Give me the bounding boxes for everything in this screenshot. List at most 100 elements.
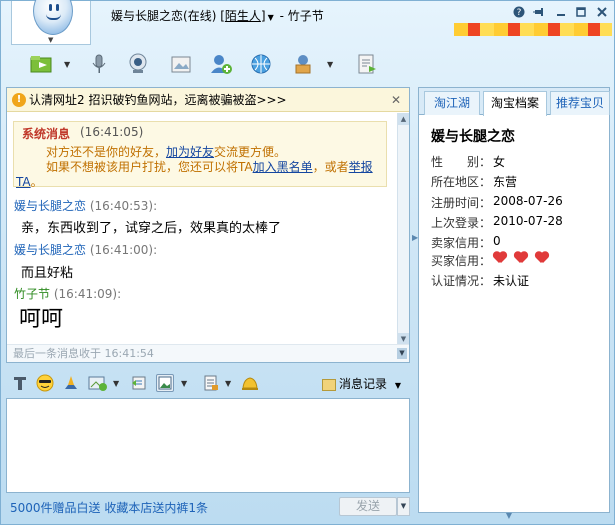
- chat-window: ▼ 媛与长腿之恋(在线) [陌生人] ▼ - 竹子节 ? ▼ ▼ ! 认清网址2…: [0, 0, 615, 525]
- shop-promo-link[interactable]: 5000件赠品白送 收藏本店送内裤1条: [10, 499, 208, 516]
- message-sender[interactable]: 媛与长腿之恋: [14, 243, 86, 257]
- info-tabs: 淘江湖 淘宝档案 推荐宝贝: [419, 88, 610, 116]
- relation-link[interactable]: 陌生人: [225, 9, 261, 23]
- info-value: 0: [493, 234, 501, 248]
- warning-text[interactable]: 认清网址2 招识破钓鱼网站，远离被骗被盗>>>: [29, 93, 287, 107]
- report-link-ta[interactable]: TA: [16, 175, 31, 189]
- scroll-bottom-icon[interactable]: ▼: [397, 348, 407, 359]
- avatar-dropdown-icon[interactable]: ▼: [48, 36, 53, 44]
- scroll-up-icon[interactable]: ▲: [398, 113, 409, 125]
- heart-icon: [493, 252, 507, 264]
- voice-icon[interactable]: [87, 52, 111, 76]
- tools-icon[interactable]: [291, 52, 315, 76]
- minimize-icon[interactable]: [553, 6, 569, 20]
- title-separator: -: [279, 9, 284, 23]
- web-icon[interactable]: [249, 52, 273, 76]
- magic-icon[interactable]: [62, 374, 80, 392]
- warning-close-icon[interactable]: ✕: [391, 88, 401, 112]
- chat-panel: ! 认清网址2 招识破钓鱼网站，远离被骗被盗>>> ✕ 系统消息 (16:41:…: [6, 87, 410, 363]
- avatar-frame[interactable]: ▼: [11, 0, 91, 45]
- info-value: 东营: [493, 175, 518, 189]
- contact-name[interactable]: 媛与长腿之恋: [111, 9, 183, 23]
- history-dropdown-icon[interactable]: ▼: [395, 381, 401, 390]
- system-message-box: 系统消息 (16:41:05) 对方还不是你的好友，加为好友交流更方便。 如果不…: [13, 121, 387, 190]
- pin-icon[interactable]: [531, 6, 547, 20]
- info-label: 所在地区：: [431, 175, 492, 189]
- send-file-dropdown-icon[interactable]: ▼: [64, 60, 70, 69]
- info-label: 注册时间：: [431, 196, 492, 210]
- info-label: 买家信用：: [431, 254, 492, 268]
- memo-icon[interactable]: [202, 374, 220, 392]
- shake-icon[interactable]: [130, 374, 148, 392]
- blacklist-link[interactable]: 加入黑名单: [253, 160, 313, 174]
- close-icon[interactable]: [594, 6, 610, 20]
- system-message-line: TA。: [16, 173, 43, 190]
- message-header: 竹子节 (16:41:09):: [14, 285, 121, 302]
- history-label[interactable]: 消息记录: [339, 377, 387, 391]
- message-input[interactable]: [6, 398, 410, 493]
- send-file-icon[interactable]: [29, 52, 53, 76]
- send-options-dropdown-icon[interactable]: ▼: [397, 497, 410, 516]
- emoticon-icon[interactable]: [36, 374, 54, 392]
- system-message-line: 如果不想被该用户打扰，您还可以将TA加入黑名单，或者举报: [46, 158, 373, 175]
- message-text: 亲，东西收到了，试穿之后，效果真的太棒了: [21, 221, 282, 236]
- send-button[interactable]: 发送: [339, 497, 397, 516]
- font-icon[interactable]: [11, 374, 29, 392]
- bell-icon[interactable]: [240, 374, 258, 392]
- warning-icon: !: [12, 93, 26, 107]
- seller-name: 媛与长腿之恋: [431, 129, 515, 145]
- notes-icon[interactable]: [355, 52, 379, 76]
- info-value: 女: [493, 155, 506, 169]
- add-friend-link[interactable]: 加为好友: [166, 145, 214, 159]
- svg-text:?: ?: [517, 8, 522, 18]
- collapse-panel-icon[interactable]: ▶: [412, 233, 418, 247]
- message-time: (16:41:00):: [89, 243, 158, 257]
- memo-dropdown-icon[interactable]: ▼: [225, 379, 231, 388]
- screenshot-dropdown-icon[interactable]: ▼: [113, 379, 119, 388]
- webcam-icon[interactable]: [126, 52, 150, 76]
- message-header: 媛与长腿之恋 (16:41:00):: [14, 241, 157, 258]
- maximize-icon[interactable]: [573, 6, 589, 20]
- window-title: 媛与长腿之恋(在线) [陌生人] ▼ - 竹子节: [111, 9, 324, 23]
- photo-icon[interactable]: [169, 52, 193, 76]
- system-text: 对方还不是你的好友，: [46, 145, 167, 159]
- avatar-eye-icon: [56, 4, 59, 11]
- help-icon[interactable]: ?: [511, 6, 527, 20]
- tab-recommended[interactable]: 推荐宝贝: [550, 91, 610, 115]
- message-sender[interactable]: 媛与长腿之恋: [14, 199, 86, 213]
- info-value: 2008-07-26: [493, 194, 563, 208]
- avatar-smile-icon: [46, 14, 61, 20]
- history-icon: [322, 378, 336, 391]
- system-message-title: 系统消息: [22, 127, 71, 141]
- info-value: 2010-07-28: [493, 214, 563, 228]
- screenshot-icon[interactable]: [88, 374, 107, 392]
- message-sender[interactable]: 竹子节: [14, 287, 50, 301]
- message-text: 而且好粘: [21, 266, 74, 281]
- history-button[interactable]: 消息记录 ▼: [322, 375, 401, 392]
- system-text: 交流更方便。: [214, 145, 287, 159]
- image-dropdown-icon[interactable]: ▼: [181, 379, 187, 388]
- message-text: 呵呵: [19, 307, 64, 332]
- promo-banner[interactable]: [454, 23, 612, 36]
- heart-icon: [535, 252, 549, 264]
- heart-icon: [514, 252, 528, 264]
- add-friend-icon[interactable]: [209, 52, 233, 76]
- relation-dropdown-icon[interactable]: ▼: [268, 13, 274, 22]
- last-message-text: 最后一条消息收于 16:41:54: [13, 347, 154, 360]
- avatar[interactable]: [33, 0, 73, 35]
- message-header: 媛与长腿之恋 (16:40:53):: [14, 197, 157, 214]
- tab-taobao-profile[interactable]: 淘宝档案: [483, 91, 547, 116]
- message-scrollbar[interactable]: ▲ ▼: [397, 113, 409, 345]
- avatar-eye-icon: [49, 4, 52, 11]
- expand-panel-icon[interactable]: ▼: [499, 512, 519, 520]
- info-value: 未认证: [493, 274, 530, 288]
- info-panel: 淘江湖 淘宝档案 推荐宝贝 媛与长腿之恋 性 别： 女 所在地区： 东营 注册时…: [418, 87, 610, 513]
- image-icon[interactable]: [156, 374, 174, 392]
- last-message-status: 最后一条消息收于 16:41:54 ▼: [7, 344, 409, 362]
- contact-status: (在线): [183, 9, 217, 23]
- tools-dropdown-icon[interactable]: ▼: [327, 60, 333, 69]
- message-history: 系统消息 (16:41:05) 对方还不是你的好友，加为好友交流更方便。 如果不…: [7, 113, 397, 345]
- warning-bar[interactable]: ! 认清网址2 招识破钓鱼网站，远离被骗被盗>>> ✕: [7, 88, 409, 112]
- tab-taojianghu[interactable]: 淘江湖: [424, 91, 480, 115]
- report-link[interactable]: 举报: [349, 160, 373, 174]
